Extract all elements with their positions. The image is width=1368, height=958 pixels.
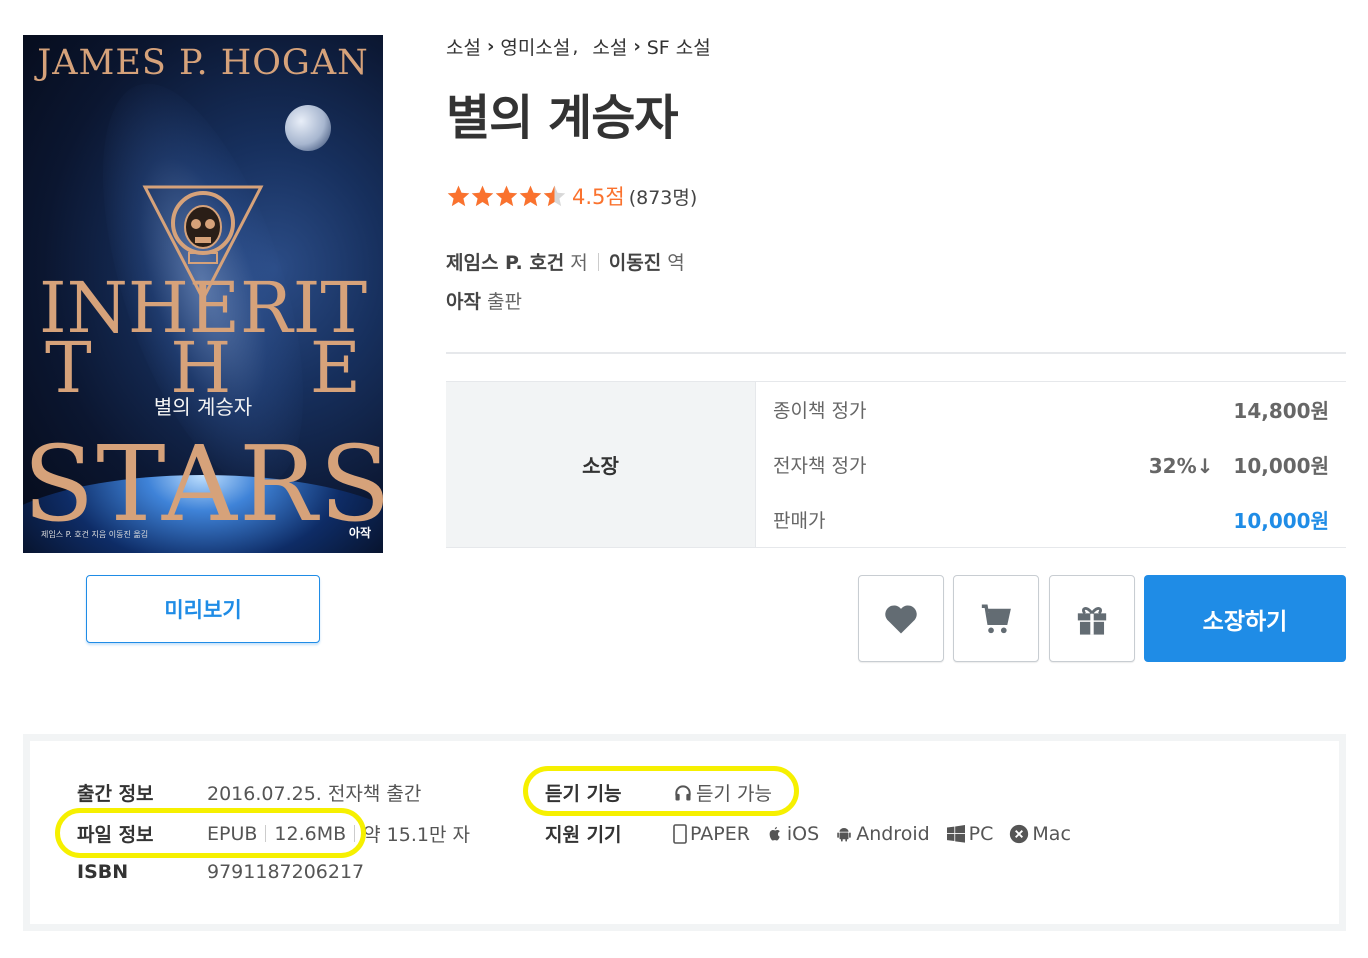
cover-credit: 제임스 P. 호건 지음 이동진 옮김 <box>41 530 149 539</box>
release-info-row: 출간 정보 2016.07.25. 전자책 출간 <box>77 779 421 806</box>
breadcrumb-link[interactable]: 소설 <box>592 33 627 60</box>
isbn-label: ISBN <box>77 861 129 883</box>
author-link[interactable]: 제임스 P. 호건 <box>446 248 564 275</box>
device-label: PAPER <box>690 822 750 845</box>
translator-role: 역 <box>667 252 685 274</box>
listen-highlight <box>523 766 799 816</box>
publisher-link[interactable]: 아작 <box>446 291 481 313</box>
authors: 제임스 P. 호건 저 이동진 역 <box>446 248 685 275</box>
ebook-price-value: 10,000원 <box>1233 454 1329 478</box>
discount-badge: 32%↓ <box>1148 454 1214 478</box>
device-android: Android <box>835 822 930 845</box>
cart-icon <box>981 604 1011 633</box>
cover-korean-title: 별의 계승자 <box>153 395 253 419</box>
divider <box>446 352 1346 354</box>
author-role: 저 <box>570 252 588 274</box>
cover-title-line3: STARS <box>23 423 383 545</box>
breadcrumb-link[interactable]: 영미소설 <box>500 33 570 60</box>
devices-row: 지원 기기 PAPER iOS Android PC Mac <box>545 820 1087 847</box>
gift-icon <box>1077 606 1107 635</box>
translator-link[interactable]: 이동진 <box>609 248 661 275</box>
star-rating <box>446 184 566 209</box>
breadcrumb-separator: , <box>572 35 579 58</box>
cover-author: JAMES P. HOGAN <box>37 43 369 83</box>
device-label: Mac <box>1032 822 1071 845</box>
cover-publisher: 아작 <box>348 526 371 540</box>
device-label: iOS <box>786 822 820 845</box>
device-pc: PC <box>946 822 994 845</box>
price-type-label: 소장 <box>446 382 756 547</box>
chevron-right-icon: › <box>486 36 495 57</box>
book-title: 별의 계승자 <box>446 90 679 146</box>
isbn-row: ISBN 9791187206217 <box>77 861 364 883</box>
cart-button[interactable] <box>953 575 1039 662</box>
apple-icon <box>769 826 780 840</box>
release-info-value: 2016.07.25. 전자책 출간 <box>207 783 422 805</box>
price-row-label: 전자책 정가 <box>773 455 867 477</box>
device-label: Android <box>856 822 930 845</box>
sale-price-value: 10,000원 <box>1233 509 1329 533</box>
device-mac: Mac <box>1009 822 1071 845</box>
ebook-price-row: 전자책 정가 32%↓ 10,000원 <box>773 437 1329 492</box>
breadcrumb-link[interactable]: 소설 <box>446 33 481 60</box>
release-info-label: 출간 정보 <box>77 783 154 805</box>
price-row-label: 종이책 정가 <box>773 400 867 422</box>
rating-score: 4.5점 <box>572 185 625 209</box>
buy-button[interactable]: 소장하기 <box>1144 575 1346 662</box>
mac-x-icon <box>1010 824 1029 843</box>
star-icon <box>543 185 566 206</box>
android-icon <box>837 827 851 841</box>
publisher-role: 출판 <box>486 291 522 313</box>
price-row-label: 판매가 <box>773 510 826 532</box>
breadcrumb: 소설 › 영미소설 , 소설 › SF 소설 <box>446 33 711 60</box>
gift-button[interactable] <box>1049 575 1135 662</box>
star-icon <box>447 185 470 206</box>
star-icon <box>471 185 494 206</box>
isbn-value: 9791187206217 <box>207 861 365 883</box>
phone-icon <box>673 823 687 844</box>
wishlist-button[interactable] <box>858 575 944 662</box>
sale-price-row: 판매가 10,000원 <box>773 492 1329 547</box>
publisher: 아작 출판 <box>446 287 522 314</box>
breadcrumb-link[interactable]: SF 소설 <box>647 33 711 60</box>
star-icon <box>495 185 518 206</box>
preview-button[interactable]: 미리보기 <box>86 575 320 643</box>
rating: 4.5점 (873명) <box>446 181 697 211</box>
book-cover-image[interactable]: JAMES P. HOGAN INHERIT T H E 별의 계승자 STAR… <box>23 35 383 553</box>
divider <box>597 252 599 271</box>
devices-label: 지원 기기 <box>545 824 622 846</box>
device-label: PC <box>968 822 994 845</box>
windows-icon <box>946 824 965 843</box>
device-paper: PAPER <box>673 823 750 845</box>
file-char-count: 약 15.1만 자 <box>363 824 470 846</box>
cover-moon <box>285 105 331 151</box>
device-ios: iOS <box>766 823 819 845</box>
price-table: 소장 종이책 정가 14,800원 전자책 정가 32%↓ 10,000원 판매… <box>446 381 1346 548</box>
star-icon <box>519 185 542 206</box>
file-info-highlight <box>55 808 366 858</box>
chevron-right-icon: › <box>633 36 641 57</box>
rating-count: (873명) <box>628 186 698 209</box>
paper-price-value: 14,800원 <box>1233 399 1329 423</box>
heart-icon <box>885 604 917 634</box>
paper-price-row: 종이책 정가 14,800원 <box>773 382 1329 437</box>
